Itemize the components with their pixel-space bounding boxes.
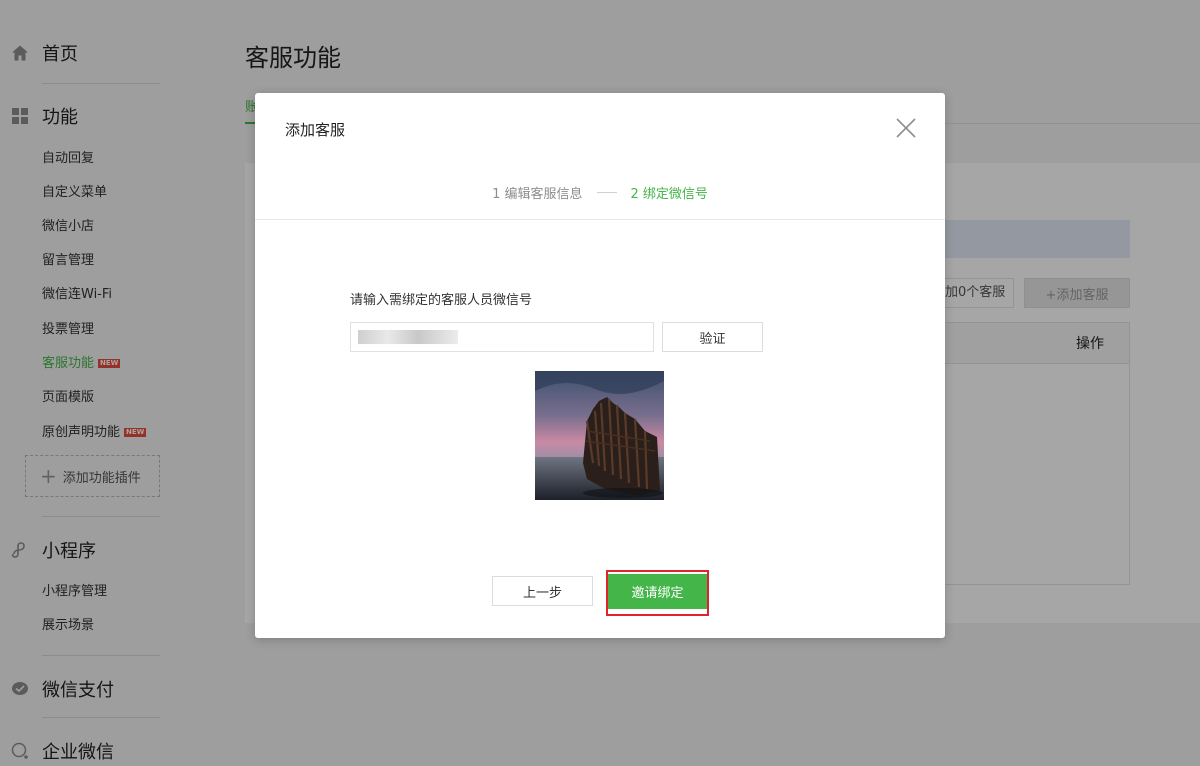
step-bind-wechat: 2 绑定微信号 (630, 187, 708, 202)
step-connector (596, 192, 617, 193)
dialog-divider (255, 219, 945, 220)
verify-button[interactable]: 验证 (662, 322, 763, 352)
previous-step-button[interactable]: 上一步 (492, 576, 593, 606)
dialog-title: 添加客服 (285, 121, 346, 139)
add-customer-service-dialog: 添加客服 1 编辑客服信息 2 绑定微信号 请输入需绑定的客服人员微信号 验证 (255, 93, 945, 638)
wechat-id-input[interactable] (350, 322, 654, 352)
step-edit-info: 1 编辑客服信息 (492, 187, 583, 202)
close-icon[interactable] (895, 117, 917, 139)
invite-bind-button[interactable]: 邀请绑定 (608, 574, 707, 609)
avatar (535, 371, 664, 500)
step-indicator: 1 编辑客服信息 2 绑定微信号 (255, 183, 945, 202)
wechat-id-label: 请输入需绑定的客服人员微信号 (350, 293, 533, 308)
